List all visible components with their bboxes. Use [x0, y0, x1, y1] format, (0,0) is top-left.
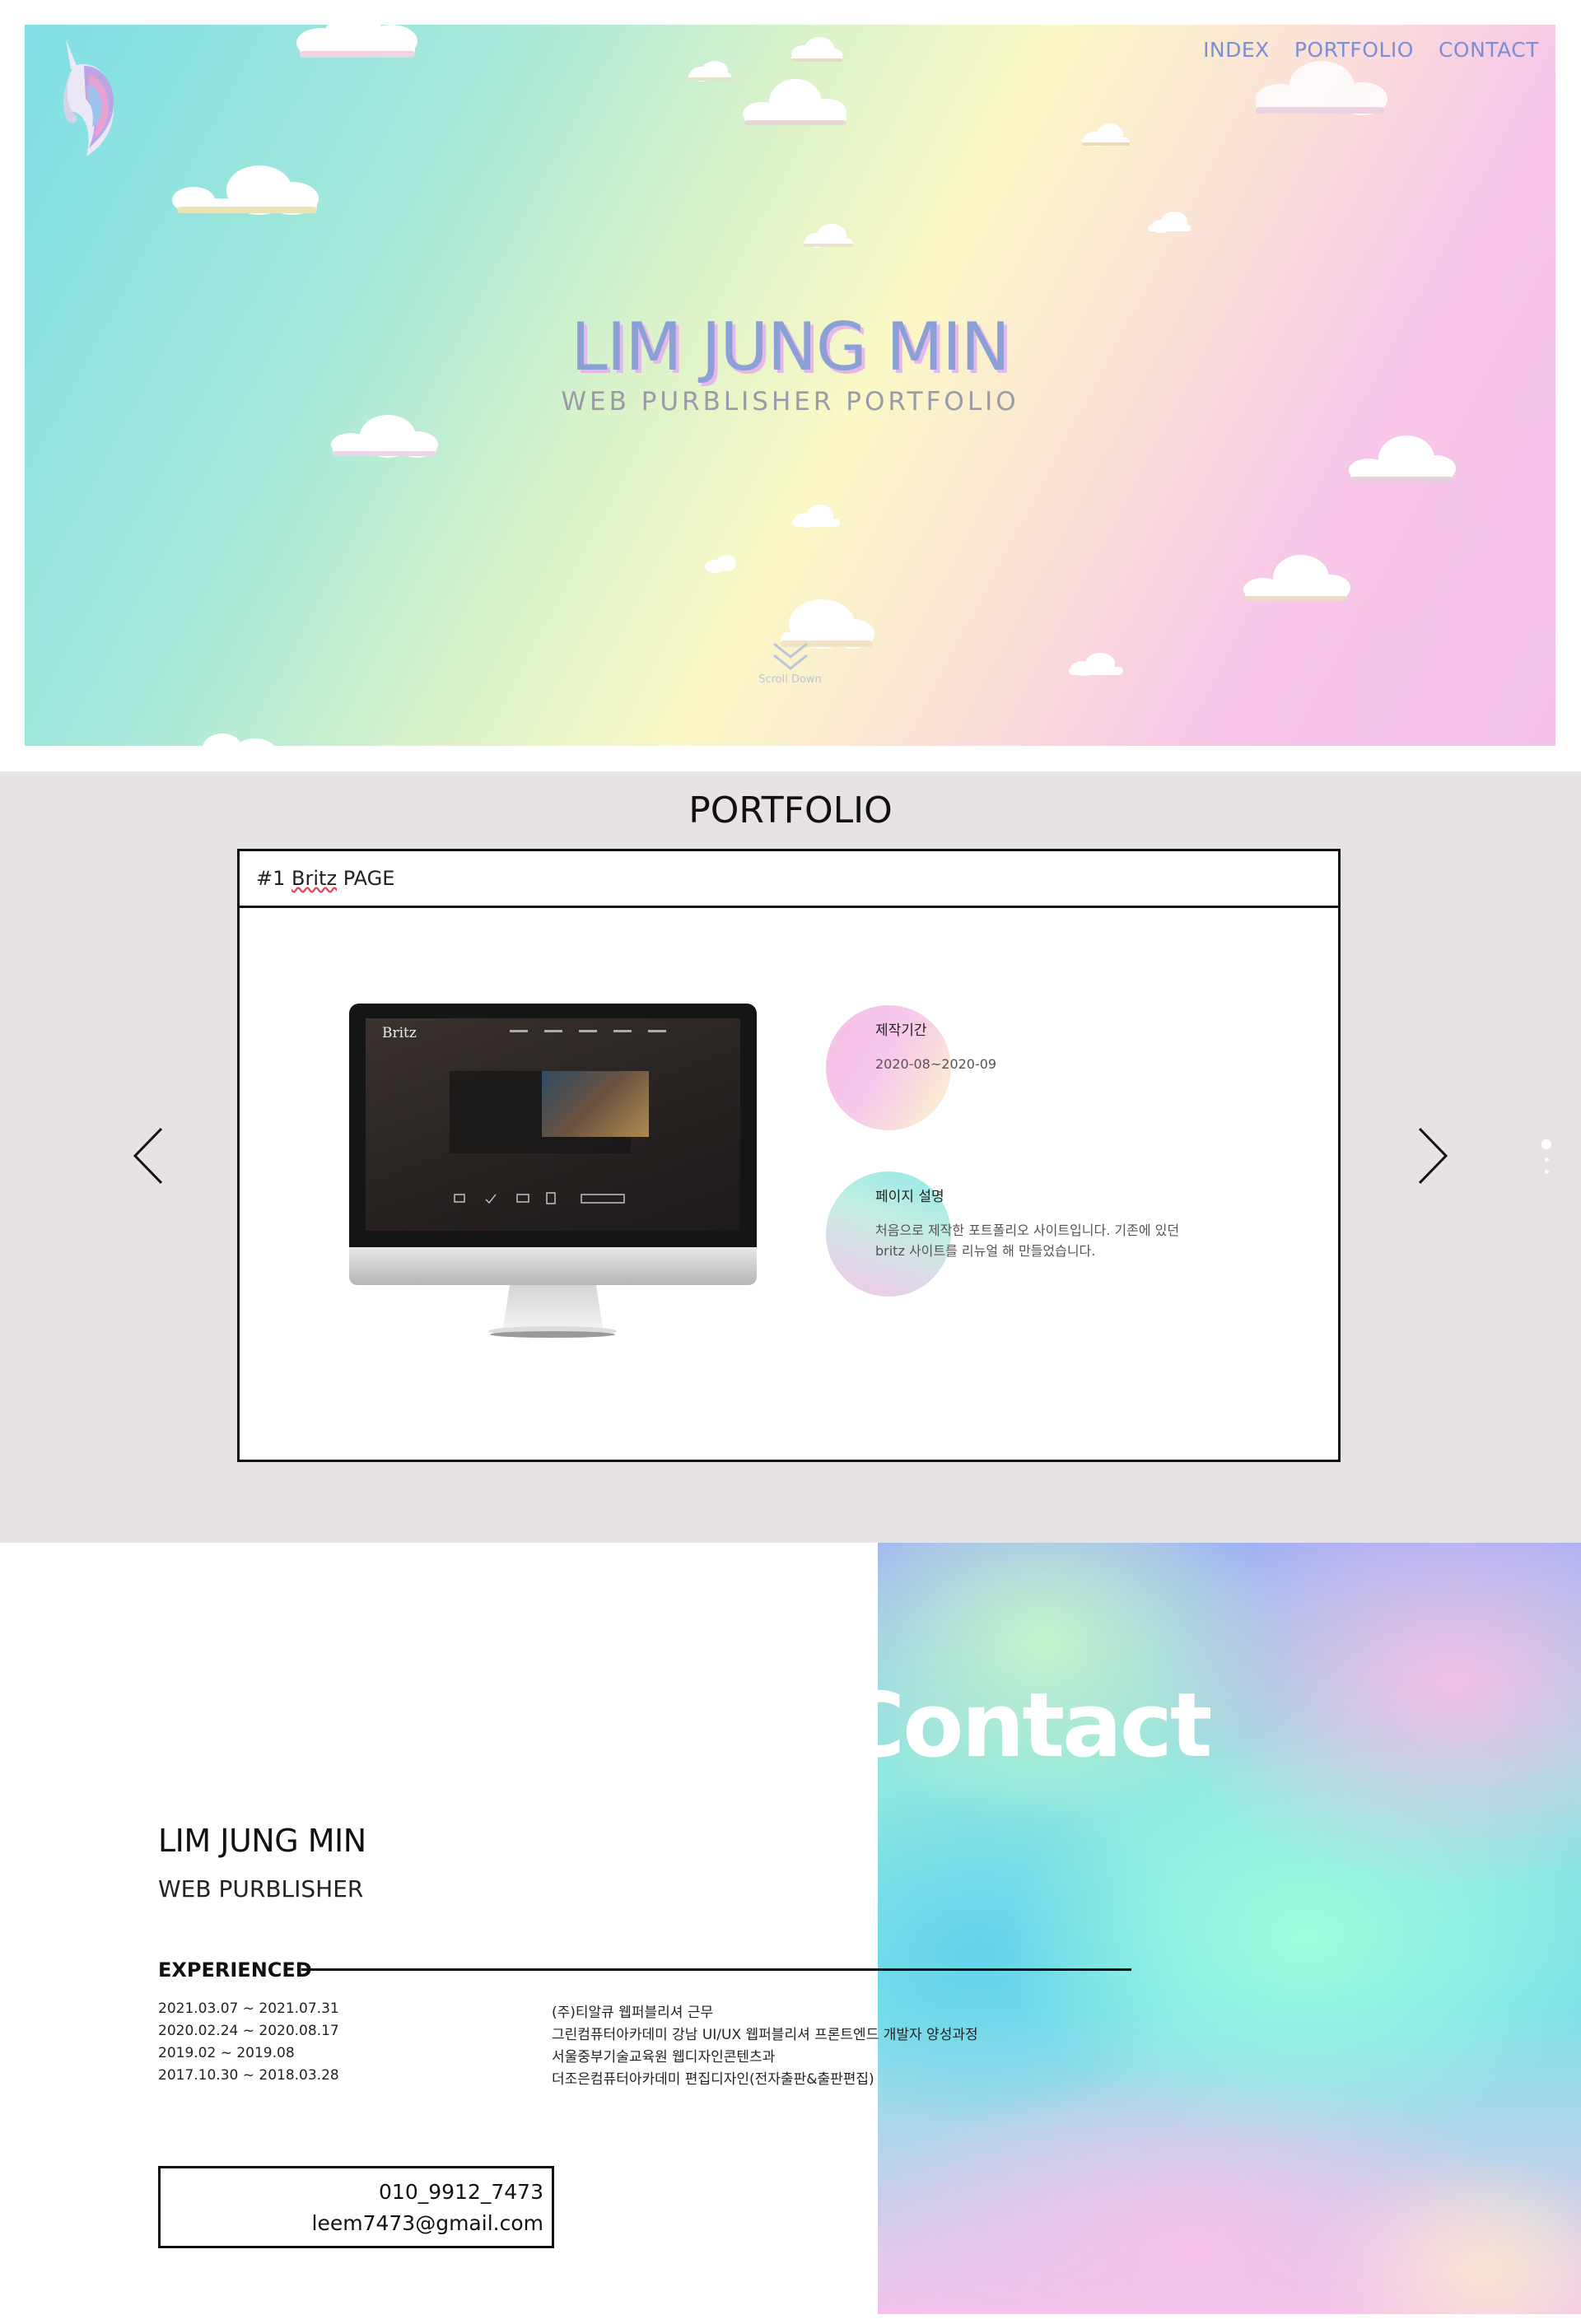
- hero-section: INDEX PORTFOLIO CONTACT LIM JUNG MIN WEB…: [25, 25, 1555, 746]
- unicorn-logo-icon[interactable]: [41, 33, 132, 156]
- portfolio-card-header: #1 Britz PAGE: [240, 851, 1338, 908]
- monitor-stand: [488, 1285, 617, 1338]
- contact-role: WEB PURBLISHER: [158, 1875, 364, 1903]
- cloud-icon: [705, 555, 736, 573]
- card-suffix: PAGE: [343, 867, 395, 890]
- experience-list: 2021.03.07 ~ 2021.07.31 (주)티알큐 웹퍼블리셔 근무 …: [158, 2000, 982, 2089]
- portfolio-heading: PORTFOLIO: [688, 789, 893, 831]
- experience-desc: 서울중부기술교육원 웹디자인콘텐츠과: [552, 2049, 776, 2066]
- screen-brand-logo: Britz: [382, 1025, 417, 1041]
- scroll-down-chevron-icon: [772, 642, 808, 670]
- scroll-down-button[interactable]: Scroll Down: [25, 640, 1555, 686]
- cloud-icon: [804, 224, 853, 248]
- arrow-right-icon[interactable]: [1416, 1127, 1449, 1185]
- portfolio-section: PORTFOLIO #1 Britz PAGE Britz 제작기간 2020-…: [0, 771, 1581, 1543]
- arrow-left-icon[interactable]: [132, 1127, 165, 1185]
- portfolio-card: #1 Britz PAGE Britz 제작기간 2020-08~2020-09…: [237, 849, 1341, 1462]
- nav-portfolio-link[interactable]: PORTFOLIO: [1294, 38, 1414, 62]
- experience-row: 2021.03.07 ~ 2021.07.31 (주)티알큐 웹퍼블리셔 근무: [158, 2000, 982, 2023]
- description-label: 페이지 설명: [875, 1189, 944, 1205]
- phone-link[interactable]: 010_9912_7473: [379, 2180, 543, 2204]
- nav-contact-link[interactable]: CONTACT: [1439, 38, 1539, 62]
- cloud-icon: [1349, 435, 1456, 482]
- contact-name: LIM JUNG MIN: [158, 1823, 366, 1859]
- slider-dot[interactable]: [1544, 1157, 1549, 1162]
- experience-date: 2017.10.30 ~ 2018.03.28: [158, 2067, 339, 2084]
- contact-info-box: 010_9912_7473 leem7473@gmail.com: [158, 2166, 554, 2248]
- cloud-icon: [296, 25, 417, 58]
- scroll-down-label: Scroll Down: [758, 673, 822, 686]
- monitor-mockup[interactable]: Britz: [349, 1004, 761, 1343]
- card-project-name: Britz: [291, 867, 338, 890]
- description-info: 페이지 설명 처음으로 제작한 포트폴리오 사이트입니다. 기존에 있던 bri…: [826, 1171, 1196, 1297]
- cloud-icon: [1082, 123, 1130, 147]
- experience-row: 2019.02 ~ 2019.08 서울중부기술교육원 웹디자인콘텐츠과: [158, 2045, 982, 2067]
- cloud-icon: [792, 505, 840, 528]
- screen-photo: [542, 1071, 649, 1137]
- monitor-chin: [349, 1247, 757, 1285]
- email-link[interactable]: leem7473@gmail.com: [312, 2211, 543, 2235]
- experience-row: 2020.02.24 ~ 2020.08.17 그린컴퓨터아카데미 강남 UI/…: [158, 2023, 982, 2045]
- experience-date: 2021.03.07 ~ 2021.07.31: [158, 2000, 339, 2017]
- cloud-icon: [688, 61, 731, 82]
- cloud-icon: [791, 37, 842, 62]
- cloud-icon: [1148, 212, 1191, 233]
- slider-dots: [1541, 1139, 1551, 1174]
- main-nav: INDEX PORTFOLIO CONTACT: [1203, 38, 1539, 62]
- cloud-icon: [331, 415, 438, 458]
- screen-icon-row: [454, 1192, 625, 1204]
- hero-subtitle: WEB PURBLISHER PORTFOLIO: [561, 387, 1019, 417]
- cloud-icon: [1256, 61, 1387, 115]
- site-screenshot: Britz: [366, 1018, 740, 1231]
- experience-desc: (주)티알큐 웹퍼블리셔 근무: [552, 2005, 714, 2021]
- period-label: 제작기간: [875, 1022, 927, 1039]
- cloud-icon: [172, 165, 319, 215]
- contact-section: Contact LIM JUNG MIN WEB PURBLISHER EXPE…: [0, 1543, 1581, 2324]
- experience-desc: 그린컴퓨터아카데미 강남 UI/UX 웹퍼블리셔 프론트엔드 개발자 양성과정: [552, 2027, 978, 2043]
- slider-dot[interactable]: [1544, 1170, 1549, 1174]
- contact-big-heading: Contact: [840, 1674, 1213, 1777]
- experience-date: 2020.02.24 ~ 2020.08.17: [158, 2023, 339, 2039]
- monitor-screen: Britz: [349, 1004, 757, 1247]
- cloud-icon: [743, 79, 846, 125]
- description-value: 처음으로 제작한 포트폴리오 사이트입니다. 기존에 있던 britz 사이트를…: [875, 1223, 1180, 1259]
- experience-desc: 더조은컴퓨터아카데미 편집디자인(전자출판&출판편집): [552, 2071, 874, 2088]
- screen-nav-bars: [510, 1030, 666, 1032]
- contact-gradient-panel: [878, 1543, 1581, 2314]
- cloud-icon: [203, 734, 275, 746]
- experience-date: 2019.02 ~ 2019.08: [158, 2045, 295, 2061]
- experience-row: 2017.10.30 ~ 2018.03.28 더조은컴퓨터아카데미 편집디자인…: [158, 2067, 982, 2089]
- hero-title: LIM JUNG MIN: [571, 309, 1010, 385]
- experience-title: EXPERIENCED: [158, 1958, 312, 1982]
- nav-index-link[interactable]: INDEX: [1203, 38, 1270, 62]
- cloud-icon: [1243, 555, 1350, 601]
- experience-divider: [301, 1968, 1131, 1971]
- period-info: 제작기간 2020-08~2020-09: [826, 1005, 1196, 1130]
- card-number: #1: [256, 867, 286, 890]
- period-value: 2020-08~2020-09: [875, 1056, 997, 1072]
- slider-dot-active[interactable]: [1541, 1139, 1551, 1149]
